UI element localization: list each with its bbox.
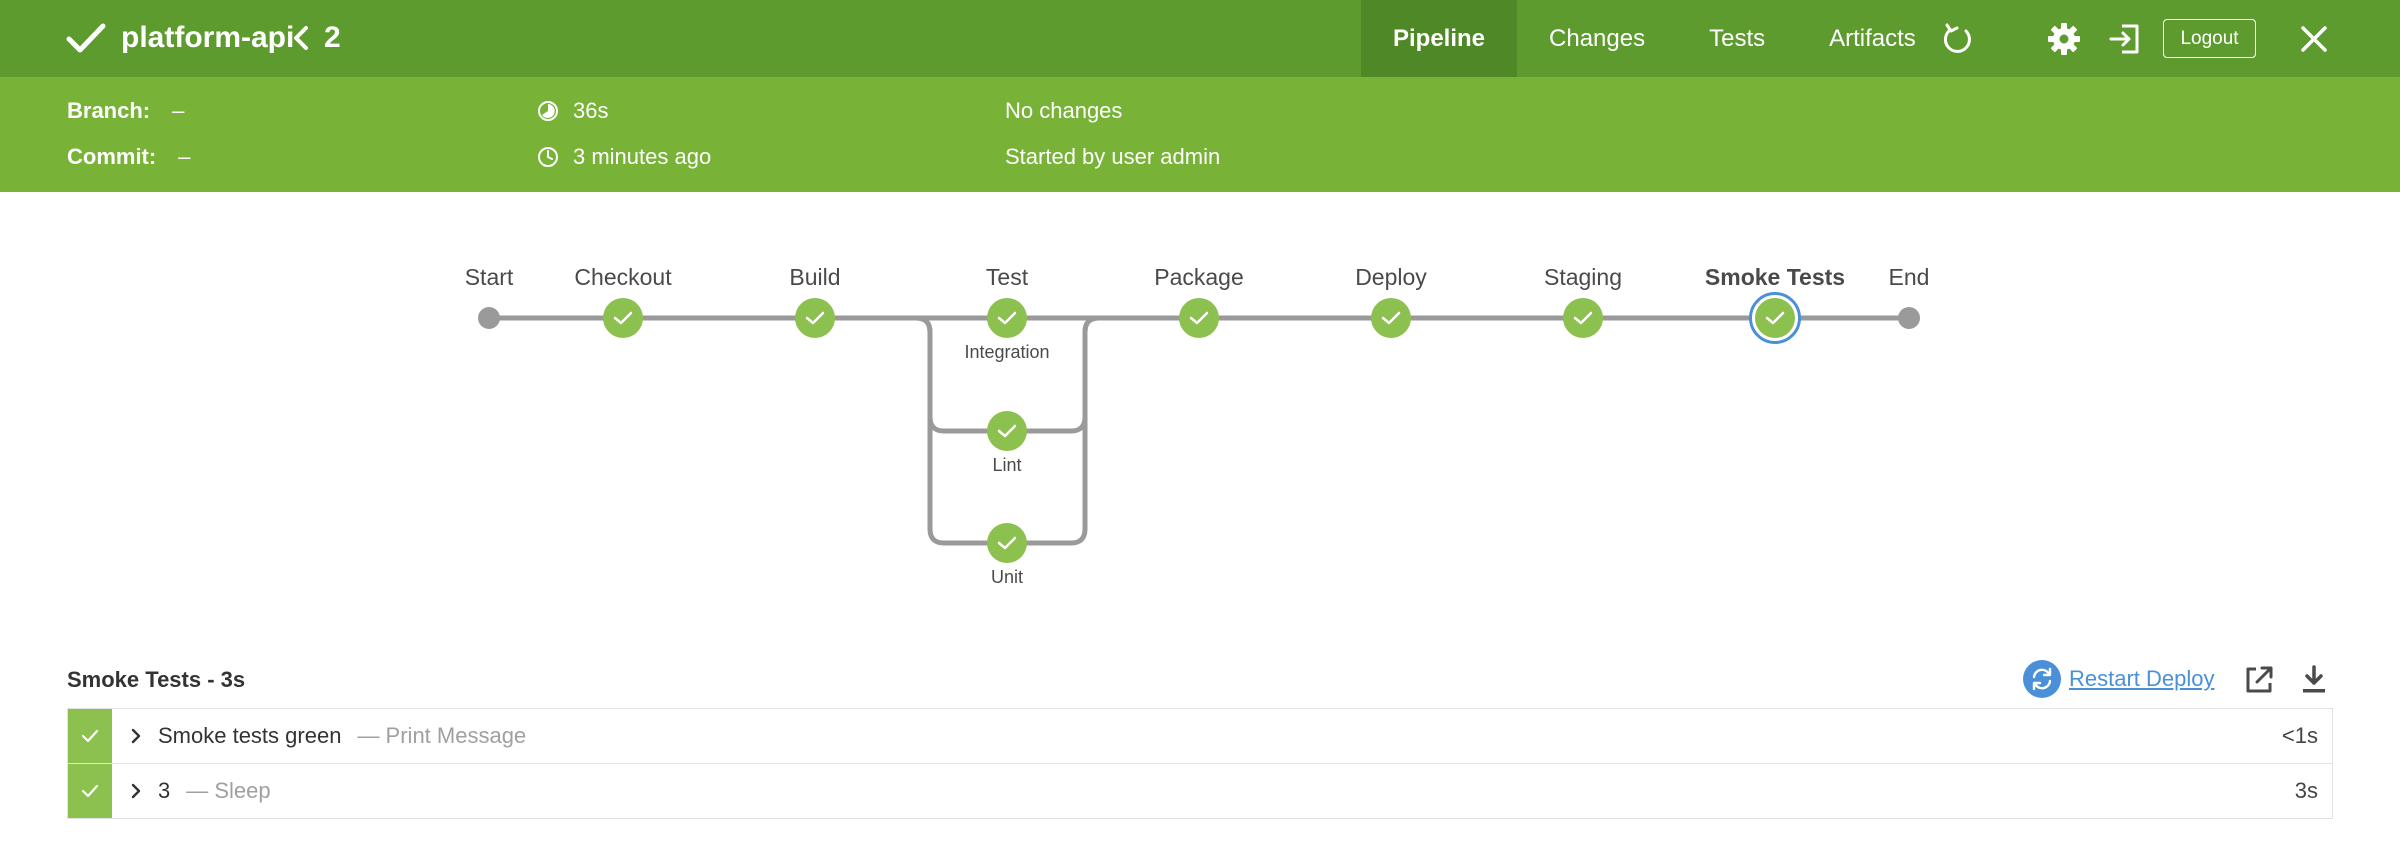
download-icon[interactable] xyxy=(2298,664,2330,696)
replay-icon[interactable] xyxy=(1941,22,1975,56)
stage-node-smoke-tests[interactable] xyxy=(1749,292,1801,344)
step-type: — Sleep xyxy=(186,778,271,803)
step-duration: <1s xyxy=(2281,723,2318,748)
selected-node-inner xyxy=(1755,298,1795,338)
check-icon xyxy=(613,311,633,325)
changes-info: No changes xyxy=(1005,98,1123,123)
check-icon xyxy=(997,424,1017,438)
check-icon xyxy=(1381,311,1401,325)
started-info: 3 minutes ago xyxy=(537,143,711,171)
stage-label-checkout: Checkout xyxy=(574,264,672,290)
stage-label-end: End xyxy=(1888,264,1930,290)
run-navigation[interactable]: 2 xyxy=(290,20,341,56)
check-icon xyxy=(997,536,1017,550)
logout-button[interactable]: Logout xyxy=(2163,19,2256,58)
check-icon xyxy=(1573,311,1593,325)
close-icon[interactable] xyxy=(2297,22,2331,56)
chevron-left-icon[interactable] xyxy=(290,23,312,53)
stage-node-test-unit[interactable] xyxy=(987,523,1027,563)
commit-label: Commit: xyxy=(67,144,157,169)
check-icon xyxy=(1189,311,1209,325)
commit-info: Commit: – xyxy=(67,143,190,171)
stage-node-test-lint[interactable] xyxy=(987,411,1027,451)
restart-icon xyxy=(2023,660,2061,698)
restart-deploy-label[interactable]: Restart Deploy xyxy=(2069,666,2215,692)
stage-label-deploy: Deploy xyxy=(1355,264,1427,290)
end-node xyxy=(1898,307,1920,329)
step-row[interactable]: 3 — Sleep 3s xyxy=(67,763,2333,819)
run-number: 2 xyxy=(324,21,341,54)
chevron-right-icon[interactable] xyxy=(128,728,144,744)
stage-label-start: Start xyxy=(464,264,514,290)
stage-label-test: Test xyxy=(985,264,1029,290)
branch-label-unit: Unit xyxy=(990,567,1024,587)
tab-artifacts[interactable]: Artifacts xyxy=(1797,0,1948,77)
started-by-info: Started by user admin xyxy=(1005,144,1221,169)
pipeline-name[interactable]: platform-api xyxy=(121,20,294,56)
step-type: — Print Message xyxy=(357,723,527,748)
chevron-right-icon[interactable] xyxy=(128,783,144,799)
tab-changes[interactable]: Changes xyxy=(1517,0,1677,77)
exit-icon[interactable] xyxy=(2108,22,2142,56)
step-list: Smoke tests green — Print Message <1s 3 … xyxy=(67,708,2333,819)
restart-deploy-button[interactable]: Restart Deploy xyxy=(2023,660,2215,698)
check-icon xyxy=(997,311,1017,325)
stage-node-deploy[interactable] xyxy=(1371,298,1411,338)
step-name: Smoke tests green xyxy=(158,723,342,748)
tab-tests[interactable]: Tests xyxy=(1677,0,1797,77)
stage-label-package: Package xyxy=(1154,264,1244,290)
run-info-bar: Branch: – Commit: – 36s 3 minutes ago No… xyxy=(0,77,2400,192)
stage-label-smoke-tests: Smoke Tests xyxy=(1704,264,1846,290)
branch-value: – xyxy=(172,98,185,123)
step-row[interactable]: Smoke tests green — Print Message <1s xyxy=(67,708,2333,764)
top-bar: platform-api 2 Pipeline Changes Tests Ar… xyxy=(0,0,2400,77)
clock-icon xyxy=(538,147,558,167)
stage-label-build: Build xyxy=(789,264,841,290)
duration-info: 36s xyxy=(537,97,608,125)
stage-node-test-integration[interactable] xyxy=(987,298,1027,338)
tab-bar: Pipeline Changes Tests Artifacts xyxy=(1361,0,1948,77)
tab-pipeline[interactable]: Pipeline xyxy=(1361,0,1518,77)
pipeline-graph: Start Checkout Build Test Package Deploy… xyxy=(0,192,2400,632)
step-status-success xyxy=(68,764,112,818)
stage-node-package[interactable] xyxy=(1179,298,1219,338)
pipeline-connectors xyxy=(486,315,1912,546)
check-icon xyxy=(805,311,825,325)
start-node xyxy=(478,307,500,329)
stage-node-checkout[interactable] xyxy=(603,298,643,338)
stage-node-build[interactable] xyxy=(795,298,835,338)
branch-info: Branch: – xyxy=(67,97,184,125)
branch-label-integration: Integration xyxy=(964,342,1050,362)
check-icon xyxy=(66,23,106,53)
branch-label-lint: Lint xyxy=(992,455,1022,475)
check-icon xyxy=(81,784,99,798)
step-name: 3 xyxy=(158,778,171,803)
duration-icon xyxy=(538,101,558,121)
step-panel-title: Smoke Tests - 3s xyxy=(67,667,246,692)
stage-node-staging[interactable] xyxy=(1563,298,1603,338)
check-icon xyxy=(1765,311,1785,325)
gear-icon[interactable] xyxy=(2047,22,2081,56)
duration-value: 36s xyxy=(573,98,609,123)
commit-value: – xyxy=(178,144,191,169)
branch-label: Branch: xyxy=(67,98,151,123)
external-link-icon[interactable] xyxy=(2243,664,2275,696)
step-status-success xyxy=(68,709,112,763)
stage-label-staging: Staging xyxy=(1543,264,1623,290)
check-icon xyxy=(81,729,99,743)
started-ago: 3 minutes ago xyxy=(573,144,712,169)
step-duration: 3s xyxy=(2294,778,2318,803)
